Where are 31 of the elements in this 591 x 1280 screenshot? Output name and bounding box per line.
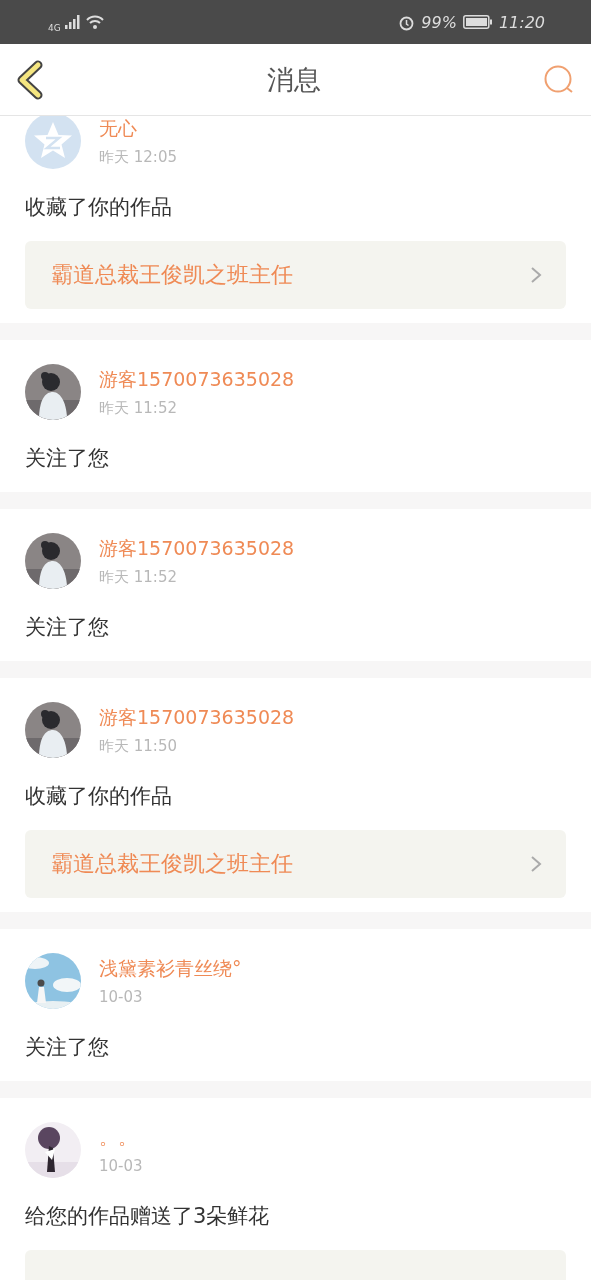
chevron-right-icon xyxy=(530,854,542,874)
network-label: 4G xyxy=(48,23,61,33)
message-time: 昨天 11:50 xyxy=(99,736,178,756)
message-text: 关注了您 xyxy=(25,614,110,641)
work-link[interactable]: 霸道总裁王俊凯之班主任 xyxy=(25,241,566,309)
message-time: 昨天 12:05 xyxy=(99,147,177,167)
message-text: 关注了您 xyxy=(25,445,110,472)
clock-time: 11:20 xyxy=(498,12,545,32)
battery-percent: 99% xyxy=(421,12,457,32)
back-button[interactable] xyxy=(16,59,44,100)
user-name[interactable]: 浅黛素衫青丝绕° xyxy=(99,956,242,982)
work-link[interactable]: 霸道总裁王俊凯之班主任 xyxy=(25,830,566,898)
user-name[interactable]: 。。 xyxy=(99,1125,143,1151)
message-text: 收藏了你的作品 xyxy=(25,194,173,221)
user-name[interactable]: 游客1570073635028 xyxy=(99,366,295,393)
user-name[interactable]: 游客1570073635028 xyxy=(99,535,295,562)
message-time: 10-03 xyxy=(99,988,144,1006)
chevron-right-icon xyxy=(530,265,542,285)
message-time: 昨天 11:52 xyxy=(99,567,178,587)
wifi-icon xyxy=(84,14,105,30)
signal-icon xyxy=(64,15,81,29)
message-text: 给您的作品赠送了3朵鲜花 xyxy=(25,1203,271,1230)
message-text: 关注了您 xyxy=(25,1034,110,1061)
page-title: 消息 xyxy=(266,62,321,97)
user-name[interactable]: 无心 xyxy=(99,116,177,142)
message-text: 收藏了你的作品 xyxy=(25,783,173,810)
battery-icon xyxy=(462,15,493,29)
search-button[interactable] xyxy=(543,63,575,96)
message-time: 昨天 11:52 xyxy=(99,398,178,418)
user-name[interactable]: 游客1570073635028 xyxy=(99,704,295,731)
message-time: 10-03 xyxy=(99,1157,143,1175)
